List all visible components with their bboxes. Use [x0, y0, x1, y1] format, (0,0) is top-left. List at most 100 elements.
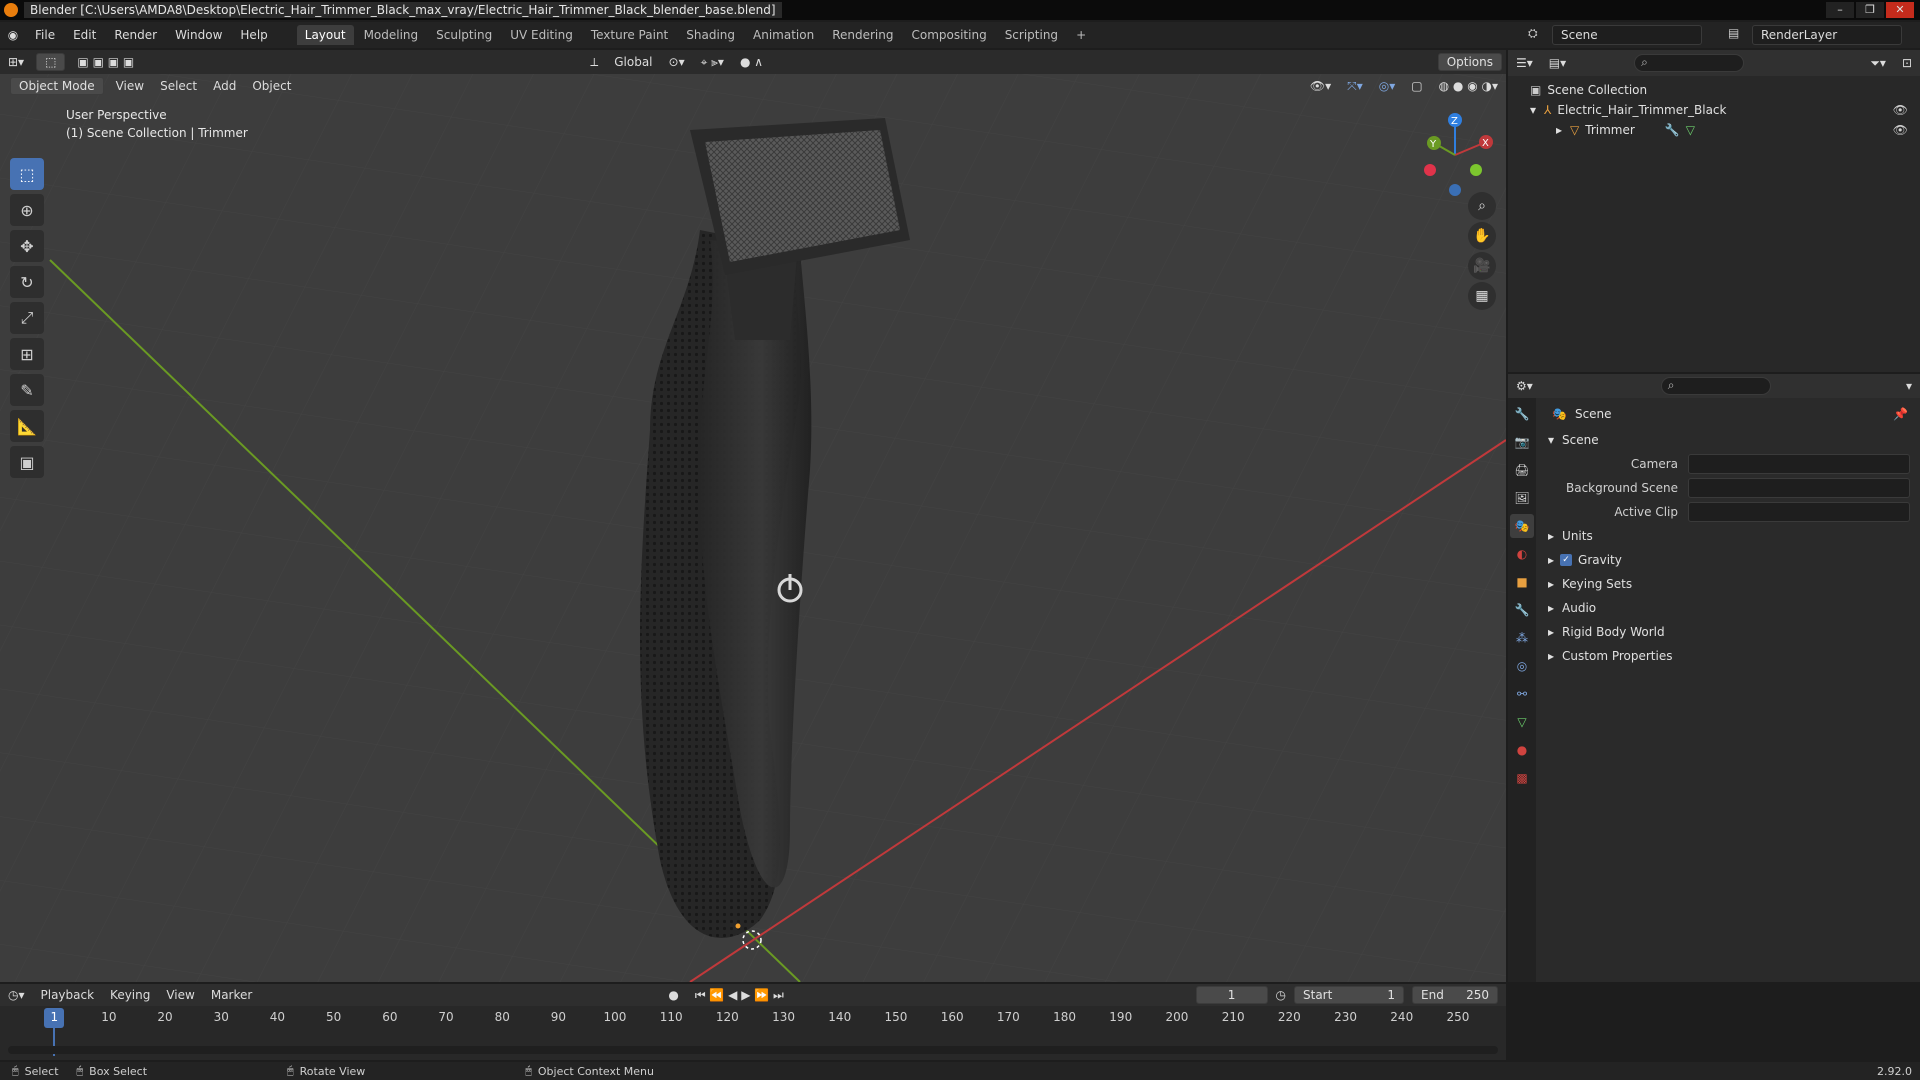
measure-tool-icon[interactable]: 📐 [10, 410, 44, 442]
outliner-editor-type-icon[interactable]: ☰▾ [1508, 54, 1541, 72]
outliner-search-input[interactable]: ⌕ [1634, 54, 1745, 72]
scale-tool-icon[interactable]: ⤢ [10, 302, 44, 334]
menu-render[interactable]: Render [105, 28, 166, 42]
add-cube-tool-icon[interactable]: ▣ [10, 446, 44, 478]
start-frame-field[interactable]: Start 1 [1294, 986, 1404, 1004]
properties-editor-type-icon[interactable]: ⚙▾ [1508, 377, 1541, 395]
cursor-tool-icon[interactable]: ⊕ [10, 194, 44, 226]
annotate-tool-icon[interactable]: ✎ [10, 374, 44, 406]
camera-field[interactable] [1688, 454, 1910, 474]
add-workspace-button[interactable]: + [1068, 25, 1094, 45]
record-keyframe-icon[interactable]: ● [660, 986, 686, 1004]
modifier-properties-icon[interactable]: 🔧 [1510, 598, 1534, 622]
output-properties-icon[interactable]: 🖨 [1510, 458, 1534, 482]
view-layer-properties-icon[interactable]: 🖼 [1510, 486, 1534, 510]
tool-properties-icon[interactable]: 🔧 [1510, 402, 1534, 426]
background-scene-field[interactable] [1688, 478, 1910, 498]
object-mode-dropdown[interactable]: Object Mode [10, 77, 104, 95]
scene-section-header[interactable]: ▾ Scene [1538, 428, 1920, 452]
preview-range-icon[interactable]: ◷ [1276, 988, 1286, 1002]
gizmo-toggle-icon[interactable]: ⤧▾ [1339, 77, 1371, 96]
new-collection-icon[interactable]: ⊡ [1894, 54, 1920, 72]
scene-selector-icon[interactable]: ⛭ [1528, 26, 1538, 41]
minimize-button[interactable]: – [1826, 2, 1854, 18]
timeline-editor-type-icon[interactable]: ◷▾ [0, 986, 33, 1004]
options-dropdown[interactable]: Options [1437, 53, 1502, 71]
menu-select[interactable]: Select [152, 77, 205, 95]
blender-menu-icon[interactable]: ◉ [0, 28, 26, 42]
visibility-icon[interactable]: 👁▾ [1302, 77, 1339, 95]
pan-view-icon[interactable]: ✋ [1468, 222, 1496, 250]
physics-properties-icon[interactable]: ◎ [1510, 654, 1534, 678]
render-layer-icon[interactable]: ▤ [1728, 26, 1739, 40]
editor-type-icon[interactable]: ⊞▾ [0, 53, 32, 71]
pivot-point-icon[interactable]: ⊙▾ [661, 53, 693, 71]
visibility-eye-icon[interactable]: 👁 [1893, 103, 1908, 117]
custom-properties-panel-header[interactable]: ▸ Custom Properties [1538, 644, 1920, 668]
tab-scripting[interactable]: Scripting [997, 25, 1066, 45]
particles-properties-icon[interactable]: ⁂ [1510, 626, 1534, 650]
snap-icon[interactable]: ⌖ ⫸▾ [693, 53, 732, 72]
tab-compositing[interactable]: Compositing [903, 25, 994, 45]
scene-selector[interactable]: Scene [1552, 25, 1702, 45]
menu-help[interactable]: Help [231, 28, 276, 42]
texture-properties-icon[interactable]: ▩ [1510, 766, 1534, 790]
selection-modes-icon[interactable]: ▣ ▣ ▣ ▣ [69, 53, 142, 71]
menu-object[interactable]: Object [244, 77, 299, 95]
menu-file[interactable]: File [26, 28, 64, 42]
menu-timeline-view[interactable]: View [158, 986, 202, 1004]
tab-sculpting[interactable]: Sculpting [428, 25, 500, 45]
render-properties-icon[interactable]: 📷 [1510, 430, 1534, 454]
outliner-row[interactable]: ▾ ⅄ Electric_Hair_Trimmer_Black 👁 [1508, 100, 1920, 120]
zoom-view-icon[interactable]: ⌕ [1468, 192, 1496, 220]
end-frame-field[interactable]: End 250 [1412, 986, 1498, 1004]
shading-mode-icons[interactable]: ◍ ● ◉ ◑▾ [1431, 77, 1506, 95]
scene-properties-icon[interactable]: 🎭 [1510, 514, 1534, 538]
tab-shading[interactable]: Shading [678, 25, 743, 45]
expand-arrow-icon[interactable]: ▾ [1530, 103, 1536, 117]
display-mode-icon[interactable]: ▤▾ [1541, 54, 1574, 72]
proportional-edit-icon[interactable]: ● ∧ [732, 53, 771, 71]
timeline-scrollbar[interactable] [8, 1046, 1498, 1054]
active-clip-field[interactable] [1688, 502, 1910, 522]
object-properties-icon[interactable]: ■ [1510, 570, 1534, 594]
xray-toggle-icon[interactable]: ▢ [1403, 77, 1430, 95]
menu-edit[interactable]: Edit [64, 28, 105, 42]
navigation-gizmo[interactable]: Z X Y [1410, 110, 1500, 200]
material-properties-icon[interactable]: ● [1510, 738, 1534, 762]
gravity-checkbox[interactable]: ✓ [1560, 554, 1573, 566]
filter-icon[interactable]: ⏷▾ [1862, 54, 1894, 73]
visibility-eye-icon[interactable]: 👁 [1893, 123, 1908, 137]
select-mode-icon[interactable]: ⬚ [36, 53, 66, 71]
close-button[interactable]: ✕ [1886, 2, 1914, 18]
maximize-button[interactable]: ❐ [1856, 2, 1884, 18]
rotate-tool-icon[interactable]: ↻ [10, 266, 44, 298]
camera-view-icon[interactable]: 🎥 [1468, 252, 1496, 280]
playback-controls-icon[interactable]: ⏮ ⏪ ◀ ▶ ⏩ ⏭ [687, 986, 792, 1005]
pin-icon[interactable]: 📌 [1893, 407, 1908, 421]
audio-panel-header[interactable]: ▸ Audio [1538, 596, 1920, 620]
menu-window[interactable]: Window [166, 28, 231, 42]
constraints-properties-icon[interactable]: ⚯ [1510, 682, 1534, 706]
3d-viewport[interactable]: ⬚ ⊕ ✥ ↻ ⤢ ⊞ ✎ 📐 ▣ User Perspective (1) S… [0, 50, 1506, 982]
tab-texture-paint[interactable]: Texture Paint [583, 25, 676, 45]
world-properties-icon[interactable]: ◐ [1510, 542, 1534, 566]
transform-orientation-dropdown[interactable]: Global [606, 53, 660, 71]
keying-sets-panel-header[interactable]: ▸ Keying Sets [1538, 572, 1920, 596]
menu-playback[interactable]: Playback [33, 986, 103, 1004]
current-frame-field[interactable]: 1 [1195, 986, 1268, 1004]
menu-keying[interactable]: Keying [102, 986, 158, 1004]
move-tool-icon[interactable]: ✥ [10, 230, 44, 262]
expand-arrow-icon[interactable]: ▸ [1556, 123, 1562, 137]
properties-options-icon[interactable]: ▾ [1898, 377, 1920, 395]
select-box-tool-icon[interactable]: ⬚ [10, 158, 44, 190]
overlay-toggle-icon[interactable]: ◎▾ [1371, 77, 1404, 95]
data-properties-icon[interactable]: ▽ [1510, 710, 1534, 734]
tab-layout[interactable]: Layout [296, 25, 354, 45]
tab-modeling[interactable]: Modeling [356, 25, 427, 45]
tab-rendering[interactable]: Rendering [824, 25, 901, 45]
rigid-body-world-panel-header[interactable]: ▸ Rigid Body World [1538, 620, 1920, 644]
menu-add[interactable]: Add [205, 77, 244, 95]
render-layer-selector[interactable]: RenderLayer [1752, 25, 1902, 45]
properties-search-input[interactable]: ⌕ [1660, 377, 1771, 395]
